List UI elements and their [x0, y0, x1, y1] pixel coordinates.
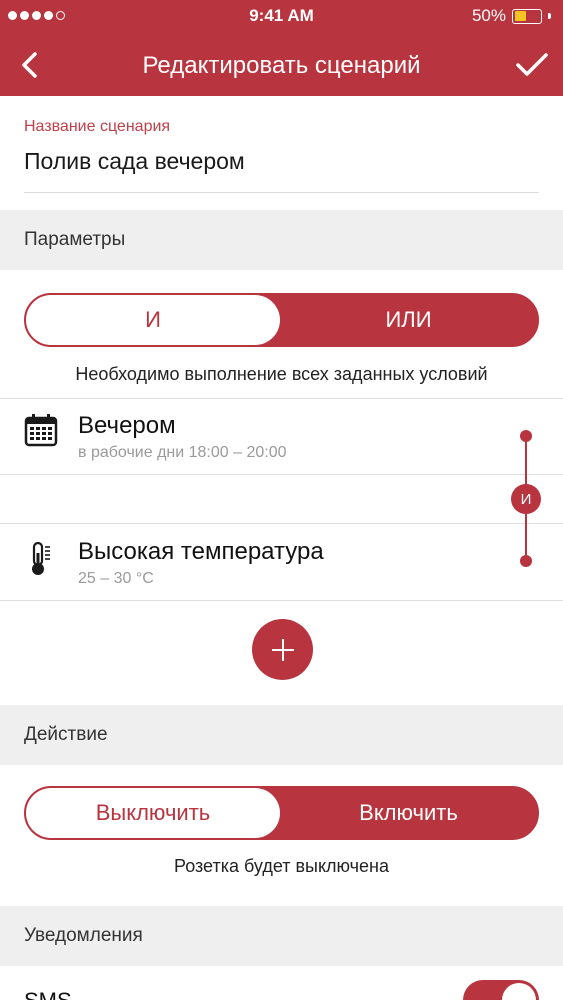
condition-item-evening[interactable]: Вечером в рабочие дни 18:00 – 20:00 — [0, 399, 563, 475]
parameters-header: Параметры — [0, 210, 563, 270]
condition-title: Высокая температура — [78, 538, 324, 565]
toggle-knob — [502, 983, 536, 1000]
status-bar: 9:41 AM 50% — [0, 0, 563, 32]
scenario-name-underline — [24, 192, 539, 193]
calendar-icon — [24, 414, 58, 447]
logic-hint: Необходимо выполнение всех заданных усло… — [75, 364, 488, 384]
connector-dot — [520, 555, 532, 567]
action-hint: Розетка будет выключена — [173, 856, 389, 876]
action-option-on[interactable]: Включить — [280, 788, 537, 838]
scenario-name-label: Название сценария — [24, 118, 171, 135]
thermometer-icon — [32, 541, 50, 575]
scenario-name-input[interactable]: Полив сада вечером — [24, 148, 245, 175]
sms-toggle[interactable] — [463, 980, 539, 1000]
battery-icon — [512, 8, 542, 24]
battery-percent: 50% — [471, 6, 506, 25]
battery-status: 50% — [472, 6, 551, 26]
condition-subtitle: в рабочие дни 18:00 – 20:00 — [78, 444, 287, 461]
condition-item-high-temperature[interactable]: Высокая температура 25 – 30 °C — [0, 524, 563, 600]
logic-segmented-control: И ИЛИ — [24, 293, 539, 347]
connector-dot — [520, 430, 532, 442]
condition-title: Вечером — [78, 412, 176, 439]
condition-subtitle: 25 – 30 °C — [78, 570, 154, 587]
page-title: Редактировать сценарий — [142, 52, 421, 79]
logic-option-or[interactable]: ИЛИ — [280, 295, 537, 345]
sms-label: SMS — [24, 988, 72, 1000]
connector-badge[interactable]: И — [511, 484, 541, 514]
save-button[interactable] — [515, 50, 549, 80]
checkmark-icon — [516, 53, 548, 76]
add-condition-button[interactable] — [252, 619, 313, 680]
action-option-off[interactable]: Выключить — [26, 788, 280, 838]
action-segmented-control: Выключить Включить — [24, 786, 539, 840]
logic-option-and[interactable]: И — [26, 295, 280, 345]
nav-bar: Редактировать сценарий — [0, 32, 563, 96]
action-header: Действие — [0, 705, 563, 765]
notifications-header: Уведомления — [0, 906, 563, 966]
